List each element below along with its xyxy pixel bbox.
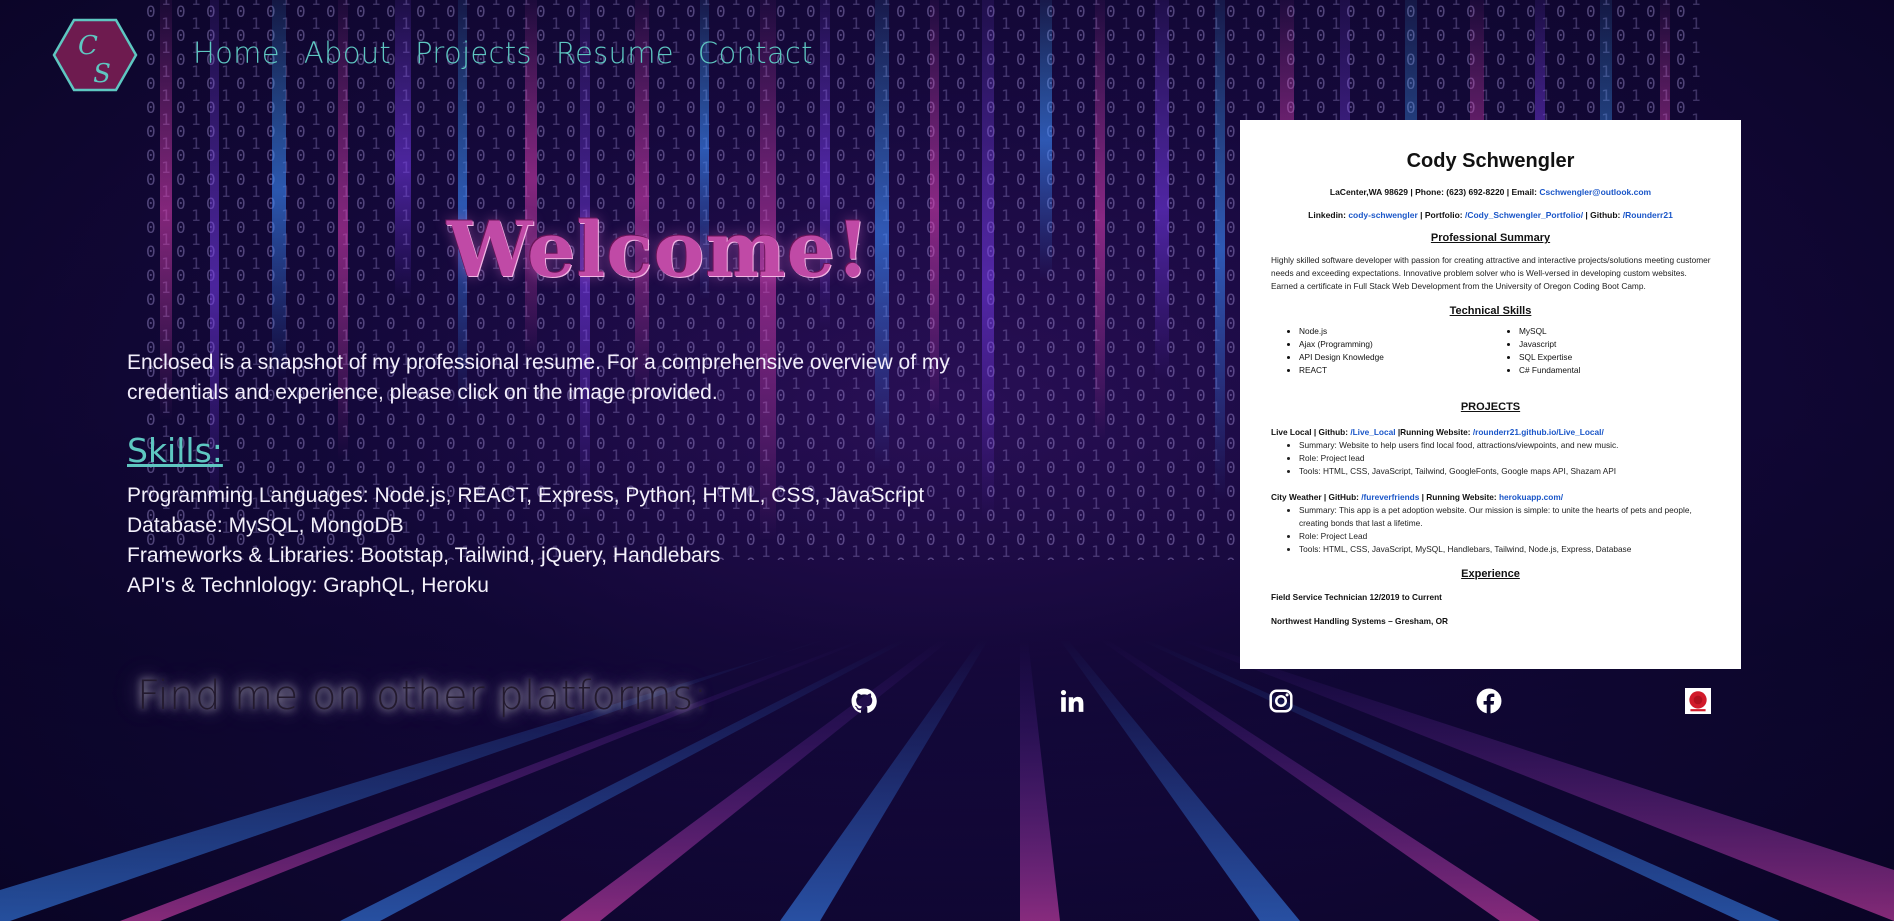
resume-project-1-repo: /Live_Local bbox=[1350, 427, 1396, 437]
skill-line: Frameworks & Libraries: Bootstap, Tailwi… bbox=[127, 544, 721, 567]
resume-skills-grid: Node.js Ajax (Programming) API Design Kn… bbox=[1271, 325, 1711, 377]
resume-job-title: Field Service Technician 12/2019 to Curr… bbox=[1271, 592, 1442, 602]
skill-line: API's & Technlology: GraphQL, Heroku bbox=[127, 574, 489, 597]
nav-resume[interactable]: Resume bbox=[556, 36, 674, 70]
resume-skill: API Design Knowledge bbox=[1299, 351, 1491, 364]
resume-project-2-site: herokuapp.com/ bbox=[1498, 492, 1564, 502]
logo-letter-s: S bbox=[93, 59, 111, 89]
resume-contact-text: LaCenter,WA 98629 | Phone: (623) 692-822… bbox=[1329, 187, 1540, 197]
instagram-icon[interactable] bbox=[1268, 688, 1294, 714]
resume-contact-line: LaCenter,WA 98629 | Phone: (623) 692-822… bbox=[1240, 187, 1741, 197]
resume-project-1-bullets: Summary: Website to help users find loca… bbox=[1271, 439, 1711, 478]
resume-skill: REACT bbox=[1299, 364, 1491, 377]
resume-skill: SQL Expertise bbox=[1519, 351, 1711, 364]
linkedin-icon[interactable] bbox=[1059, 688, 1085, 714]
resume-bullet: Summary: This app is a pet adoption webs… bbox=[1299, 504, 1711, 530]
skills-list: Programming Languages: Node.js, REACT, E… bbox=[127, 481, 924, 601]
resume-skill: C# Fundamental bbox=[1519, 364, 1711, 377]
resume-bullet: Summary: Website to help users find loca… bbox=[1299, 439, 1711, 452]
resume-portfolio-link: /Cody_Schwengler_Portfolio/ bbox=[1464, 210, 1584, 220]
resume-bullet: Tools: HTML, CSS, JavaScript, MySQL, Han… bbox=[1299, 543, 1711, 556]
nav-about[interactable]: About bbox=[304, 36, 391, 70]
resume-summary-text: Highly skilled software developer with p… bbox=[1271, 255, 1711, 291]
resume-skills-right: MySQL Javascript SQL Expertise C# Fundam… bbox=[1491, 325, 1711, 377]
nav-contact[interactable]: Contact bbox=[698, 36, 813, 70]
resume-email-link: Cschwengler@outlook.com bbox=[1539, 187, 1652, 197]
resume-portfolio-label: | Portfolio: bbox=[1417, 210, 1465, 220]
resume-skills-heading: Technical Skills bbox=[1449, 305, 1532, 317]
resume-bullet: Role: Project lead bbox=[1299, 452, 1711, 465]
welcome-heading: Welcome! bbox=[447, 205, 871, 294]
resume-project-1-title: Live Local | Github: bbox=[1271, 427, 1351, 437]
resume-skills-left: Node.js Ajax (Programming) API Design Kn… bbox=[1271, 325, 1491, 377]
resume-linkedin-label: Linkedin: bbox=[1308, 210, 1349, 220]
resume-github-label: | Github: bbox=[1583, 210, 1623, 220]
resume-employer: Northwest Handling Systems – Gresham, OR bbox=[1271, 616, 1449, 626]
resume-project-2-site-label: | Running Website: bbox=[1419, 492, 1499, 502]
resume-projects-heading: PROJECTS bbox=[1460, 401, 1521, 413]
resume-github-link: /Rounderr21 bbox=[1622, 210, 1673, 220]
resume-preview-image[interactable]: Cody Schwengler LaCenter,WA 98629 | Phon… bbox=[1240, 120, 1741, 669]
resume-experience-heading: Experience bbox=[1461, 568, 1520, 580]
resume-skill: MySQL bbox=[1519, 325, 1711, 338]
social-heading: Find me on other platforms: bbox=[137, 673, 708, 719]
resume-project-2-head: City Weather | GitHub: /fureverfriends |… bbox=[1271, 492, 1711, 502]
site-logo[interactable]: C S bbox=[52, 18, 138, 92]
badge-icon[interactable] bbox=[1685, 688, 1711, 714]
resume-project-1-site: /rounderr21.github.io/Live_Local/ bbox=[1472, 427, 1604, 437]
nav-projects[interactable]: Projects bbox=[415, 36, 532, 70]
resume-links-line: Linkedin: cody-schwengler | Portfolio: /… bbox=[1240, 210, 1741, 220]
resume-skill: Ajax (Programming) bbox=[1299, 338, 1491, 351]
skill-line: Programming Languages: Node.js, REACT, E… bbox=[127, 484, 925, 507]
resume-bullet: Role: Project Lead bbox=[1299, 530, 1711, 543]
resume-summary-heading: Professional Summary bbox=[1430, 232, 1551, 244]
resume-name: Cody Schwengler bbox=[1406, 150, 1575, 172]
facebook-icon[interactable] bbox=[1476, 688, 1502, 714]
resume-project-2-title: City Weather | GitHub: bbox=[1271, 492, 1362, 502]
resume-skill: Javascript bbox=[1519, 338, 1711, 351]
skills-heading: Skills: bbox=[127, 431, 223, 470]
resume-project-1-head: Live Local | Github: /Live_Local |Runnin… bbox=[1271, 427, 1711, 437]
resume-linkedin-link: cody-schwengler bbox=[1348, 210, 1418, 220]
resume-project-1-site-label: |Running Website: bbox=[1395, 427, 1473, 437]
main-nav: Home About Projects Resume Contact bbox=[193, 36, 837, 70]
resume-project-2-bullets: Summary: This app is a pet adoption webs… bbox=[1271, 504, 1711, 556]
skill-line: Database: MySQL, MongoDB bbox=[127, 514, 404, 537]
resume-project-2-repo: /fureverfriends bbox=[1361, 492, 1420, 502]
github-icon[interactable] bbox=[851, 688, 877, 714]
resume-intro-text: Enclosed is a snapshot of my professiona… bbox=[127, 351, 950, 404]
resume-bullet: Tools: HTML, CSS, JavaScript, Tailwind, … bbox=[1299, 465, 1711, 478]
nav-home[interactable]: Home bbox=[193, 36, 280, 70]
logo-letter-c: C bbox=[78, 31, 98, 61]
resume-skill: Node.js bbox=[1299, 325, 1491, 338]
